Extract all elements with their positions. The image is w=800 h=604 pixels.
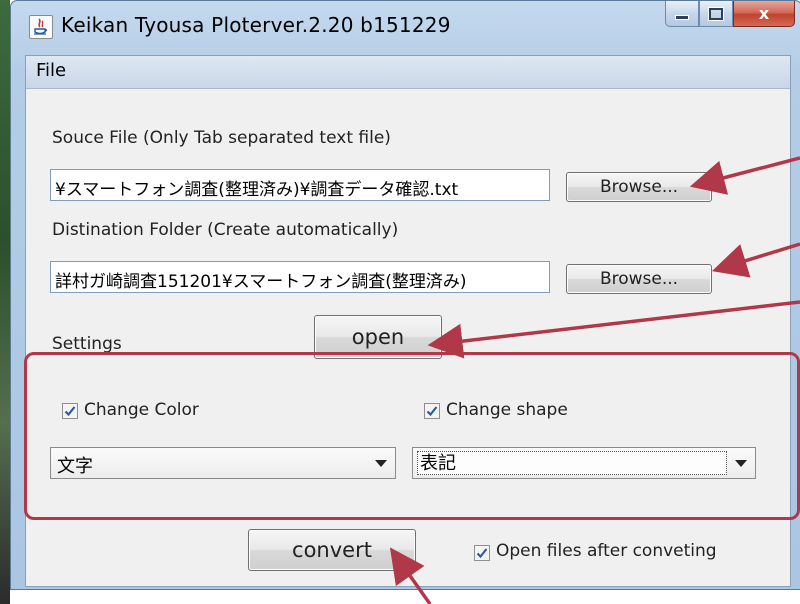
arrow-to-destination-browse (711, 242, 800, 278)
arrow-to-open-button (427, 300, 800, 359)
annotation-arrows (389, 156, 800, 604)
arrow-to-source-browse (689, 156, 800, 195)
arrow-to-convert-button (389, 547, 432, 604)
